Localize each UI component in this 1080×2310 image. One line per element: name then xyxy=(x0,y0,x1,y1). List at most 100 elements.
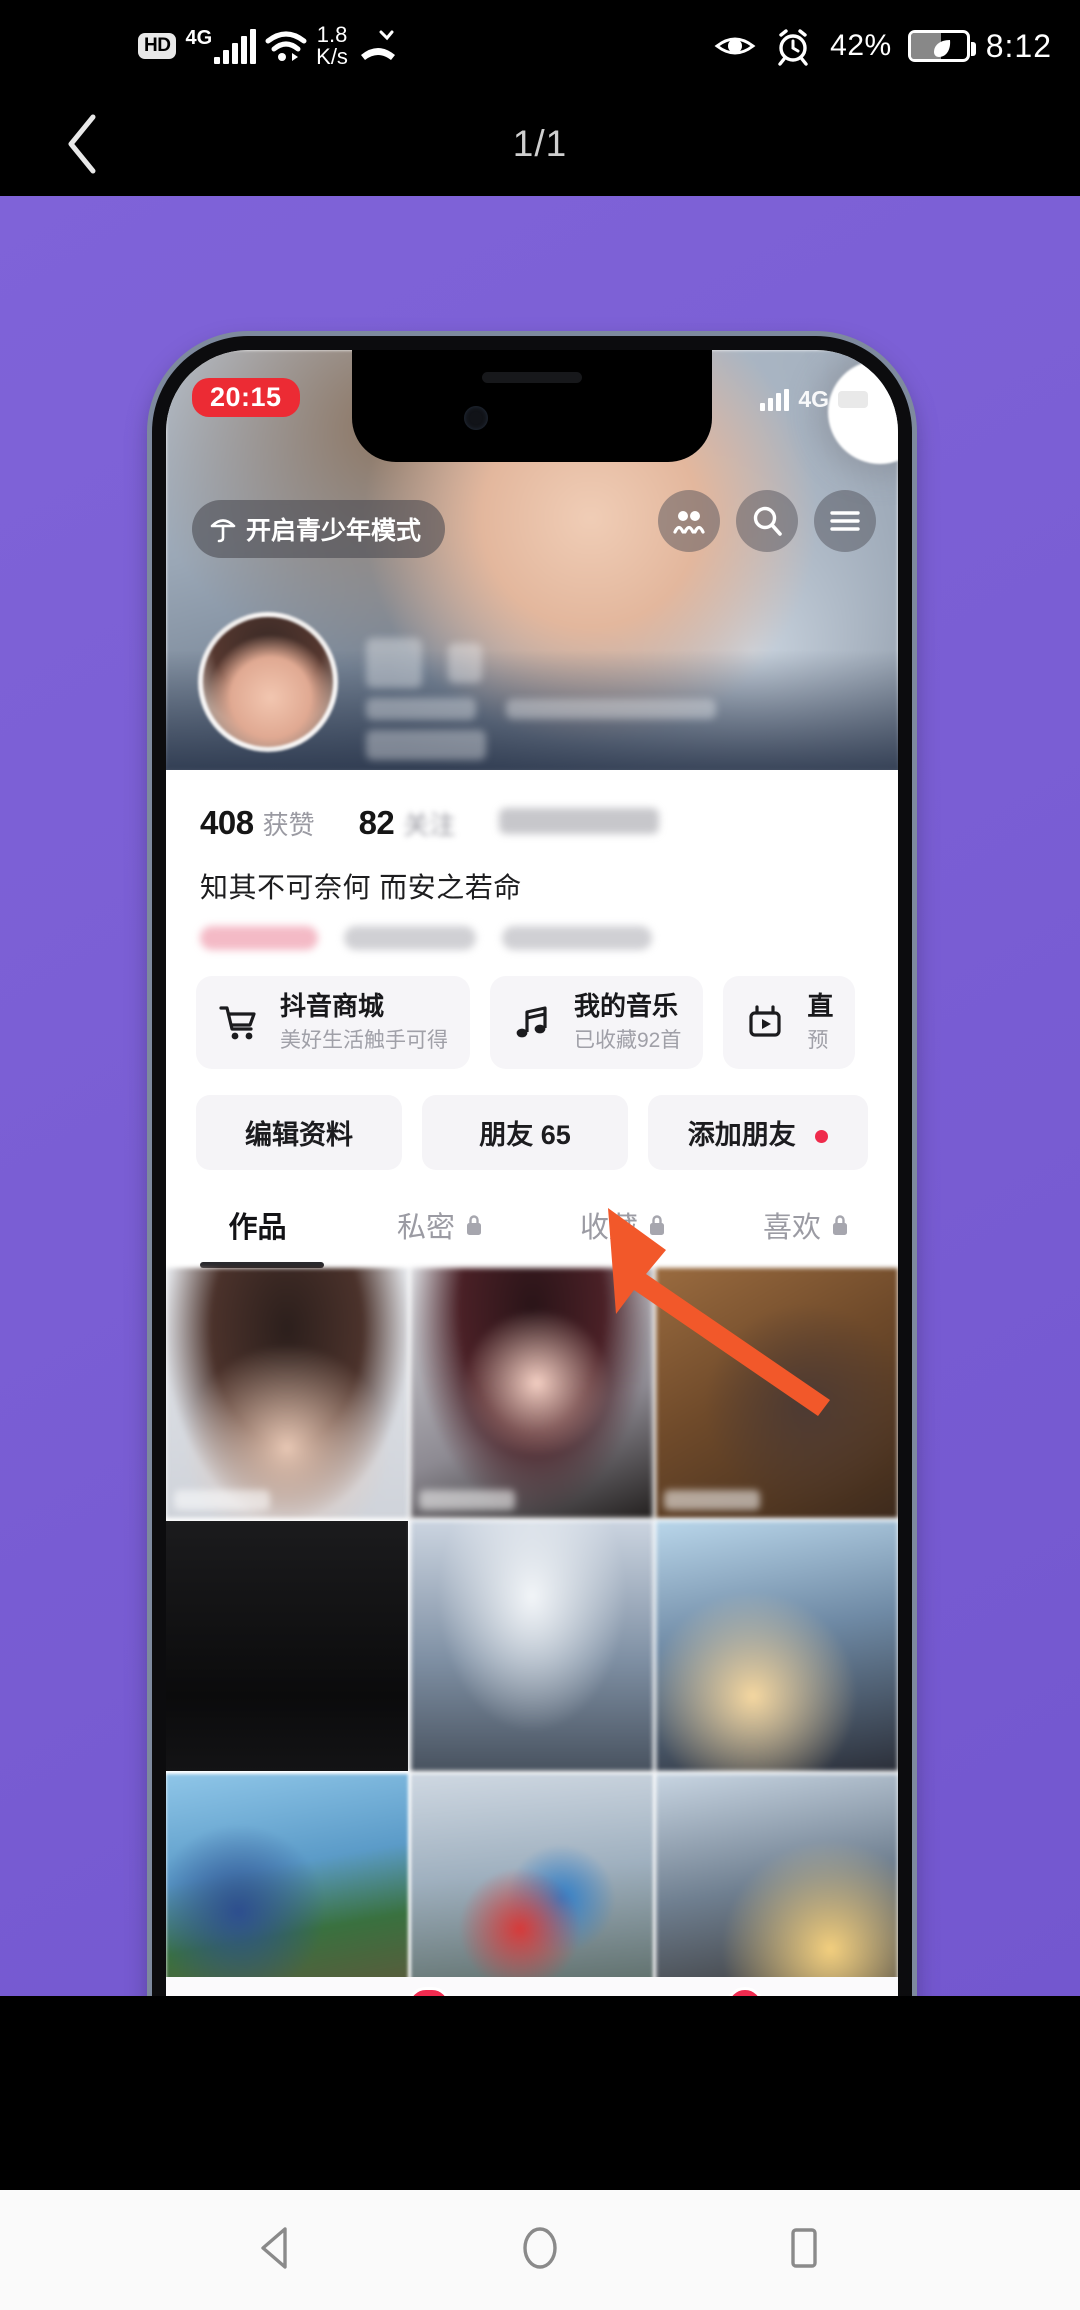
speed-value: 1.8 xyxy=(316,21,348,47)
avatar[interactable] xyxy=(198,612,338,752)
content-tabs: 作品 私密 收藏 喜欢 xyxy=(166,1170,898,1268)
alarm-icon xyxy=(772,26,814,66)
teen-mode-button[interactable]: 开启青少年模式 xyxy=(192,500,446,558)
eye-comfort-icon xyxy=(714,26,756,66)
tab-liked[interactable]: 喜欢 xyxy=(715,1204,898,1268)
video-thumbnail[interactable] xyxy=(166,1773,408,1996)
stat-followers[interactable] xyxy=(499,808,660,834)
service-mall[interactable]: 抖音商城 美好生活触手可得 xyxy=(196,976,470,1069)
video-thumbnail[interactable] xyxy=(166,1520,408,1771)
play-count-badge xyxy=(174,1489,270,1510)
video-thumbnail[interactable] xyxy=(411,1520,653,1771)
service-music-subtitle: 已收藏92首 xyxy=(574,1028,682,1052)
play-count-badge xyxy=(664,1489,760,1510)
ip-location-blur xyxy=(366,730,486,760)
tab-collections-label: 收藏 xyxy=(579,1211,638,1244)
tag-blur-2 xyxy=(344,926,476,950)
status-bar-right-group: 42% 8:12 xyxy=(714,26,1052,66)
lock-icon xyxy=(833,1215,847,1235)
douyin-id-blur xyxy=(506,699,716,719)
battery-percent-label: 42% xyxy=(830,29,892,62)
tab-works[interactable]: 作品 xyxy=(166,1204,349,1268)
app-bottom-nav: 首页 朋友 55 消息 6 我 xyxy=(166,1977,898,1996)
service-live-subtitle: 预 xyxy=(807,1028,829,1052)
home-circle-icon[interactable] xyxy=(513,2221,567,2280)
add-friend-label: 添加朋友 xyxy=(687,1119,796,1150)
system-status-bar: HD 4G 1.8 K/s 42% 8:12 xyxy=(0,0,1080,92)
android-navigation-bar xyxy=(0,2190,1080,2310)
hd-icon: HD xyxy=(138,33,177,59)
stat-likes-value: 408 xyxy=(200,804,254,841)
service-entries-row: 抖音商城 美好生活触手可得 我的音乐 已收藏92首 直 预 xyxy=(166,950,898,1069)
nav-friends-badge: 55 xyxy=(407,1987,451,1996)
lock-icon xyxy=(650,1215,664,1235)
friends-count-button[interactable]: 朋友 65 xyxy=(422,1094,628,1170)
service-live[interactable]: 直 预 xyxy=(723,976,856,1069)
leaf-icon xyxy=(933,40,950,57)
video-thumbnail[interactable] xyxy=(656,1267,898,1518)
tab-collections[interactable]: 收藏 xyxy=(532,1204,715,1268)
edit-profile-button[interactable]: 编辑资料 xyxy=(196,1094,402,1170)
video-thumbnail[interactable] xyxy=(656,1520,898,1771)
stat-following[interactable]: 82 关注 xyxy=(359,804,456,842)
ios-battery-icon xyxy=(838,391,868,408)
recents-square-icon[interactable] xyxy=(777,2221,831,2280)
ios-status-right: 4G xyxy=(760,386,868,413)
menu-icon[interactable] xyxy=(814,490,876,552)
profile-action-buttons: 编辑资料 朋友 65 添加朋友 xyxy=(166,1069,898,1170)
live-calendar-icon xyxy=(739,996,791,1048)
add-friend-red-dot xyxy=(815,1130,829,1144)
play-count-badge xyxy=(419,1489,515,1510)
tab-private-label: 私密 xyxy=(396,1211,455,1244)
battery-saver-icon xyxy=(907,30,976,62)
page-indicator: 1/1 xyxy=(512,123,568,164)
service-mall-subtitle: 美好生活触手可得 xyxy=(280,1028,448,1052)
phone-mockup: 20:15 4G 开启青少年模式 408 获赞 82 关注 知其不可奈何 而安之… xyxy=(152,336,912,1996)
friends-icon[interactable] xyxy=(658,490,720,552)
speed-unit: K/s xyxy=(316,44,348,69)
video-thumbnail[interactable] xyxy=(656,1773,898,1996)
edit-profile-label: 编辑资料 xyxy=(245,1119,353,1150)
profile-bio: 知其不可奈何 而安之若命 xyxy=(200,872,522,903)
add-friend-button[interactable]: 添加朋友 xyxy=(648,1094,868,1170)
search-icon[interactable] xyxy=(736,490,798,552)
nav-messages-badge: 6 xyxy=(726,1987,765,1996)
stat-likes-label: 获赞 xyxy=(262,810,315,840)
video-thumbnail[interactable] xyxy=(411,1267,653,1518)
verified-badge-blur xyxy=(366,638,422,688)
profile-tags xyxy=(166,906,898,950)
back-triangle-icon[interactable] xyxy=(249,2221,303,2280)
clock-label: 8:12 xyxy=(985,27,1052,64)
phone-notch xyxy=(352,350,712,462)
wifi-icon xyxy=(265,29,307,63)
app-header: 1/1 xyxy=(0,92,1080,196)
profile-header-icons xyxy=(658,490,876,552)
earpiece-speaker xyxy=(482,372,582,383)
tab-private[interactable]: 私密 xyxy=(349,1204,532,1268)
stat-following-label: 关注 xyxy=(403,810,456,840)
tag-blur-1 xyxy=(200,926,318,950)
stat-following-value: 82 xyxy=(358,804,395,841)
friends-count-label: 朋友 65 xyxy=(479,1119,571,1150)
video-grid xyxy=(166,1267,898,1996)
stat-likes[interactable]: 408 获赞 xyxy=(200,804,315,842)
phone-screen: 20:15 4G 开启青少年模式 408 获赞 82 关注 知其不可奈何 而安之… xyxy=(166,350,898,1996)
profile-info-panel: 408 获赞 82 关注 知其不可奈何 而安之若命 抖音商城 美好生活触手可得 … xyxy=(166,770,898,1996)
service-live-title: 直 xyxy=(807,991,834,1021)
service-mall-title: 抖音商城 xyxy=(280,991,385,1021)
umbrella-icon xyxy=(210,519,236,543)
cart-icon xyxy=(212,996,264,1048)
missed-call-icon xyxy=(357,29,399,63)
level-badge-blur xyxy=(448,643,482,683)
video-thumbnail[interactable] xyxy=(411,1773,653,1996)
profile-stats: 408 获赞 82 关注 xyxy=(166,770,898,842)
teen-mode-label: 开启青少年模式 xyxy=(246,517,422,545)
front-camera xyxy=(464,406,488,430)
video-thumbnail[interactable] xyxy=(166,1267,408,1518)
service-music[interactable]: 我的音乐 已收藏92首 xyxy=(490,976,704,1069)
network-speed-label: 1.8 K/s xyxy=(316,21,348,69)
ios-time-badge: 20:15 xyxy=(192,378,300,417)
tag-blur-3 xyxy=(502,926,652,950)
tab-works-label: 作品 xyxy=(228,1211,287,1244)
display-name-blur xyxy=(366,698,476,720)
